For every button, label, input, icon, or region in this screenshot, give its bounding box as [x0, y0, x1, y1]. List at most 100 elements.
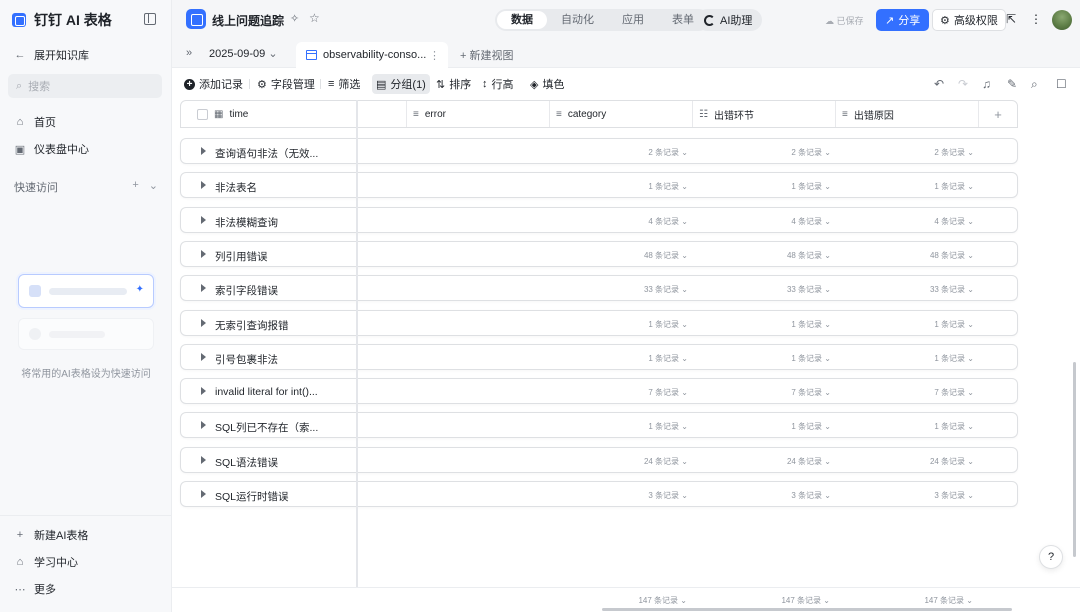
avatar[interactable] [1052, 10, 1072, 30]
group-record-count[interactable]: 33 条记录 ⌄ [548, 284, 688, 295]
expand-caret-icon[interactable] [201, 352, 206, 361]
expand-caret-icon[interactable] [201, 181, 206, 190]
expand-views-icon[interactable]: » [186, 47, 192, 59]
search-icon[interactable]: ⌕ [1031, 77, 1038, 92]
group-row[interactable]: SQL列已不存在（索... 1 条记录 ⌄ 1 条记录 ⌄ 1 条记录 ⌄ [180, 412, 1018, 439]
group-record-count[interactable]: 1 条记录 ⌄ [548, 421, 688, 432]
more-button[interactable]: ⋯ 更多 [14, 581, 57, 597]
pin-icon[interactable]: ✧ [290, 12, 299, 25]
group-record-count[interactable]: 24 条记录 ⌄ [548, 456, 688, 467]
expand-caret-icon[interactable] [201, 318, 206, 327]
column-header-error[interactable]: ≡ error [407, 101, 550, 127]
footer-count[interactable]: 147 条记录 ⌄ [690, 595, 830, 606]
filter-button[interactable]: ≡ 筛选 [328, 76, 360, 92]
redo-icon[interactable]: ↷ [958, 77, 968, 91]
column-header-category[interactable]: ≡ category [550, 101, 693, 127]
ai-assistant-button[interactable]: AI助理 [696, 9, 763, 31]
group-record-count[interactable]: 1 条记录 ⌄ [691, 319, 831, 330]
group-row[interactable]: 非法模糊查询 4 条记录 ⌄ 4 条记录 ⌄ 4 条记录 ⌄ [180, 206, 1018, 233]
group-row[interactable]: 无索引查询报错 1 条记录 ⌄ 1 条记录 ⌄ 1 条记录 ⌄ [180, 309, 1018, 336]
notification-icon[interactable]: ♫ [982, 77, 991, 91]
help-button[interactable]: ? [1039, 545, 1063, 569]
group-record-count[interactable]: 24 条记录 ⌄ [834, 456, 974, 467]
sidebar-item-home[interactable]: ⌂ 首页 [14, 114, 56, 130]
horizontal-scrollbar[interactable] [602, 608, 1012, 611]
more-vertical-icon[interactable]: ⋮ [429, 49, 440, 62]
group-record-count[interactable]: 1 条记录 ⌄ [548, 319, 688, 330]
share-button[interactable]: ↗ 分享 [876, 9, 930, 31]
add-record-button[interactable]: + 添加记录 [184, 76, 243, 92]
collapse-sidebar-icon[interactable] [144, 13, 156, 25]
learning-center-button[interactable]: ⌂ 学习中心 [14, 554, 78, 570]
group-row[interactable]: 引号包裹非法 1 条记录 ⌄ 1 条记录 ⌄ 1 条记录 ⌄ [180, 343, 1018, 370]
row-height-button[interactable]: ↕ 行高 [482, 76, 514, 92]
tab-active-view[interactable]: observability-conso... ⋮ [296, 42, 448, 68]
group-record-count[interactable]: 1 条记录 ⌄ [691, 181, 831, 192]
expand-knowledge-base[interactable]: ← 展开知识库 [14, 47, 90, 63]
footer-count[interactable]: 147 条记录 ⌄ [547, 595, 687, 606]
group-record-count[interactable]: 3 条记录 ⌄ [691, 490, 831, 501]
expand-caret-icon[interactable] [201, 490, 206, 498]
more-vertical-icon[interactable]: ⋮ [1030, 12, 1042, 26]
group-record-count[interactable]: 33 条记录 ⌄ [691, 284, 831, 295]
vertical-scrollbar[interactable] [1073, 362, 1076, 557]
advanced-permission-button[interactable]: ⚙ 高级权限 [932, 9, 1006, 31]
group-record-count[interactable]: 4 条记录 ⌄ [691, 216, 831, 227]
group-record-count[interactable]: 33 条记录 ⌄ [834, 284, 974, 295]
group-row[interactable]: SQL运行时错误 3 条记录 ⌄ 3 条记录 ⌄ 3 条记录 ⌄ [180, 481, 1018, 507]
select-all-checkbox[interactable] [197, 108, 208, 120]
column-header-time[interactable]: ▦ time [181, 101, 357, 127]
comment-icon[interactable]: ☐ [1056, 77, 1067, 91]
document-title[interactable]: 线上问题追踪 [212, 12, 284, 29]
group-record-count[interactable]: 7 条记录 ⌄ [834, 387, 974, 398]
expand-caret-icon[interactable] [201, 455, 206, 464]
group-record-count[interactable]: 48 条记录 ⌄ [548, 250, 688, 261]
group-record-count[interactable]: 2 条记录 ⌄ [691, 147, 831, 158]
edit-icon[interactable]: ✎ [1007, 77, 1017, 91]
group-button[interactable]: ▤ 分组(1) [372, 74, 430, 94]
group-record-count[interactable]: 1 条记录 ⌄ [834, 319, 974, 330]
tab-automation[interactable]: 自动化 [547, 11, 608, 29]
group-record-count[interactable]: 1 条记录 ⌄ [834, 181, 974, 192]
brand-logo[interactable]: 钉钉 AI 表格 [12, 10, 112, 30]
group-record-count[interactable]: 3 条记录 ⌄ [548, 490, 688, 501]
fill-color-button[interactable]: ◈ 填色 [530, 76, 564, 92]
group-record-count[interactable]: 4 条记录 ⌄ [834, 216, 974, 227]
group-record-count[interactable]: 1 条记录 ⌄ [548, 181, 688, 192]
group-row[interactable]: invalid literal for int()... 7 条记录 ⌄ 7 条记录… [180, 378, 1018, 405]
sort-button[interactable]: ⇅ 排序 [436, 76, 471, 92]
expand-caret-icon[interactable] [201, 147, 206, 155]
group-row[interactable]: 查询语句非法（无效... 2 条记录 ⌄ 2 条记录 ⌄ 2 条记录 ⌄ [180, 138, 1018, 164]
new-view-button[interactable]: + 新建视图 [460, 47, 513, 63]
column-header-error-stage[interactable]: ☷ 出错环节 [693, 101, 836, 127]
tab-data[interactable]: 数据 [497, 11, 547, 29]
group-row[interactable]: 非法表名 1 条记录 ⌄ 1 条记录 ⌄ 1 条记录 ⌄ [180, 172, 1018, 199]
group-row[interactable]: SQL语法错误 24 条记录 ⌄ 24 条记录 ⌄ 24 条记录 ⌄ [180, 446, 1018, 473]
group-record-count[interactable]: 2 条记录 ⌄ [548, 147, 688, 158]
undo-icon[interactable]: ↶ [934, 77, 944, 91]
chevron-down-icon[interactable]: ⌄ [149, 179, 158, 195]
plus-icon[interactable]: + [132, 179, 138, 195]
group-record-count[interactable]: 7 条记录 ⌄ [548, 387, 688, 398]
new-ai-table-button[interactable]: + 新建AI表格 [14, 527, 89, 543]
group-record-count[interactable]: 7 条记录 ⌄ [691, 387, 831, 398]
tab-apps[interactable]: 应用 [608, 11, 658, 29]
group-record-count[interactable]: 4 条记录 ⌄ [548, 216, 688, 227]
expand-caret-icon[interactable] [201, 215, 206, 224]
group-record-count[interactable]: 48 条记录 ⌄ [834, 250, 974, 261]
group-row[interactable]: 索引字段错误 33 条记录 ⌄ 33 条记录 ⌄ 33 条记录 ⌄ [180, 275, 1018, 302]
export-icon[interactable]: ⇱ [1006, 12, 1016, 26]
star-icon[interactable]: ☆ [309, 11, 320, 25]
sidebar-item-dashboard[interactable]: ▣ 仪表盘中心 [14, 141, 89, 157]
group-record-count[interactable]: 24 条记录 ⌄ [691, 456, 831, 467]
add-column-button[interactable]: + [979, 101, 1017, 127]
group-record-count[interactable]: 1 条记录 ⌄ [834, 353, 974, 364]
expand-caret-icon[interactable] [201, 421, 206, 430]
expand-caret-icon[interactable] [201, 249, 206, 258]
column-header-error-reason[interactable]: ≡ 出错原因 [836, 101, 979, 127]
group-record-count[interactable]: 2 条记录 ⌄ [834, 147, 974, 158]
group-record-count[interactable]: 1 条记录 ⌄ [691, 421, 831, 432]
group-record-count[interactable]: 48 条记录 ⌄ [691, 250, 831, 261]
expand-caret-icon[interactable] [201, 284, 206, 293]
group-row[interactable]: 列引用错误 48 条记录 ⌄ 48 条记录 ⌄ 48 条记录 ⌄ [180, 240, 1018, 267]
